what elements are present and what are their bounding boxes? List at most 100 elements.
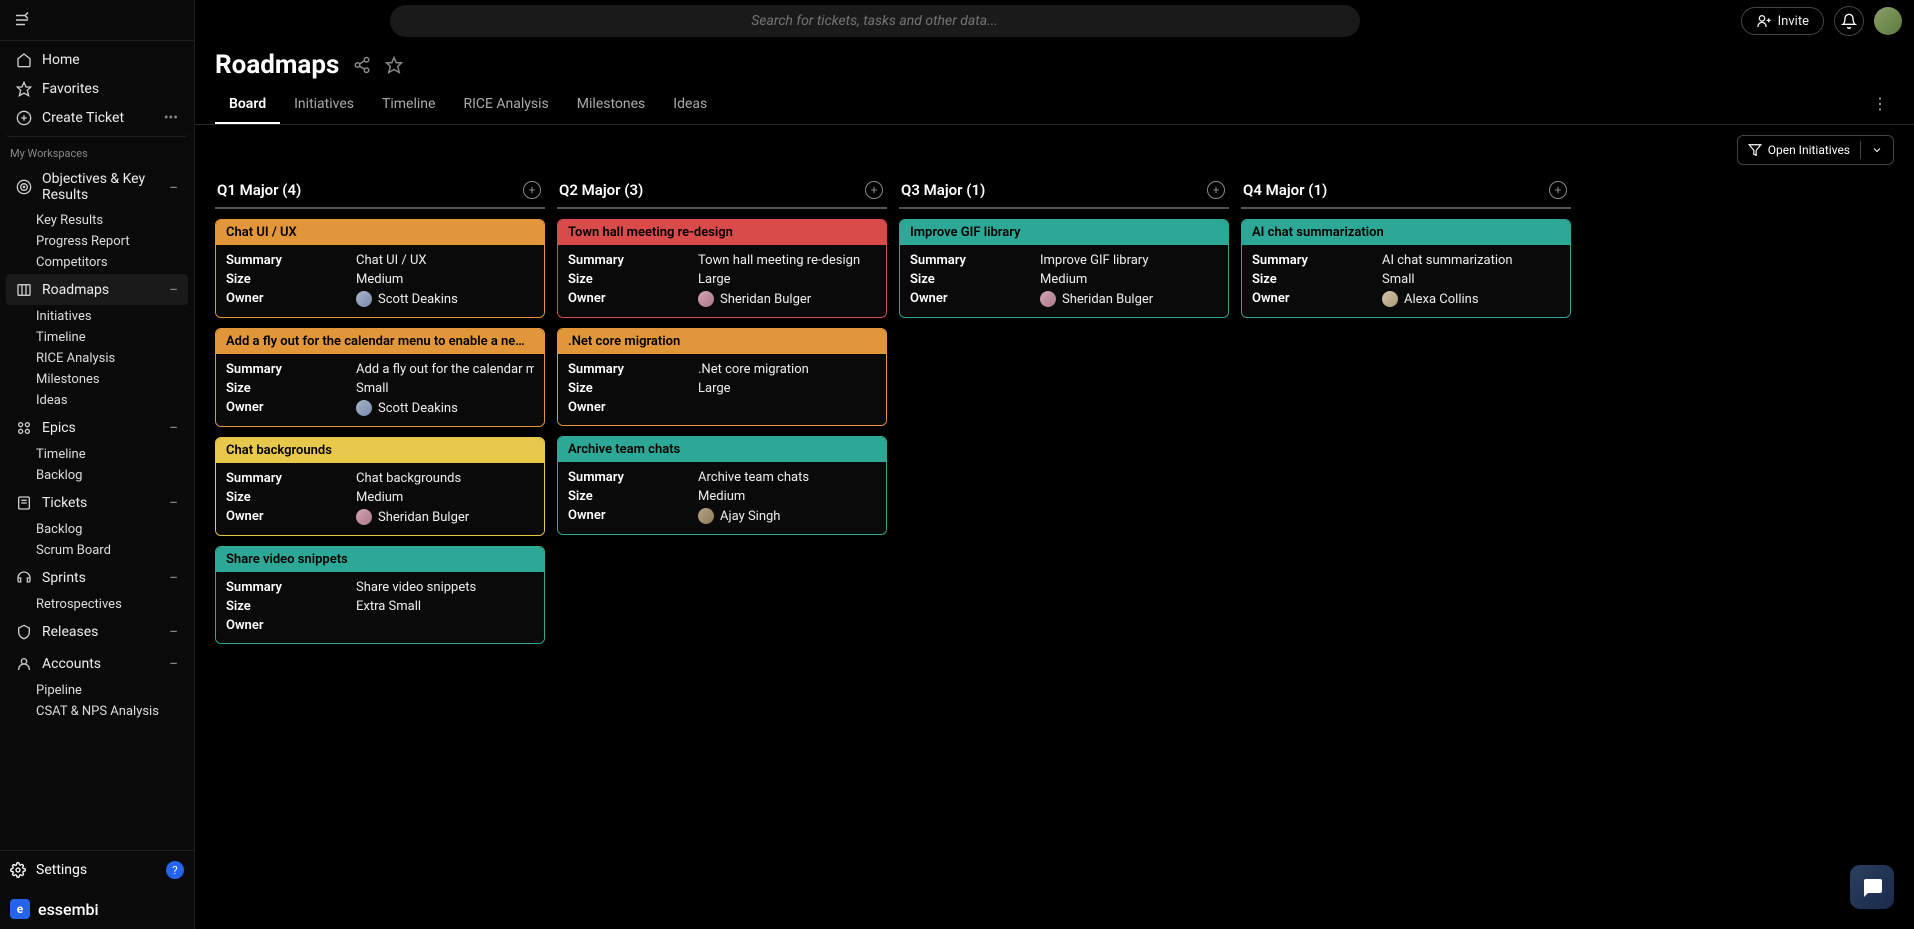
nav-sub-item[interactable]: Milestones <box>0 369 194 390</box>
group-icon <box>16 495 32 511</box>
card-title: Improve GIF library <box>900 220 1228 245</box>
tabs: BoardInitiativesTimelineRICE AnalysisMil… <box>195 88 1914 125</box>
nav-group-1[interactable]: Roadmaps − <box>6 274 188 305</box>
invite-button[interactable]: Invite <box>1741 7 1824 35</box>
nav-sub-item[interactable]: Progress Report <box>0 231 194 252</box>
chat-fab[interactable] <box>1850 865 1894 909</box>
tab-board[interactable]: Board <box>215 88 280 124</box>
nav-sub-item[interactable]: RICE Analysis <box>0 348 194 369</box>
collapse-icon[interactable]: − <box>169 178 178 197</box>
nav-sub-item[interactable]: Scrum Board <box>0 540 194 561</box>
tab-timeline[interactable]: Timeline <box>368 88 449 124</box>
collapse-icon[interactable]: − <box>169 418 178 437</box>
home-icon <box>16 52 32 68</box>
column-header: Q3 Major (1) + <box>899 175 1229 209</box>
card-title: Share video snippets <box>216 547 544 572</box>
tab-rice-analysis[interactable]: RICE Analysis <box>449 88 562 124</box>
tab-milestones[interactable]: Milestones <box>563 88 660 124</box>
column: Q1 Major (4) + Chat UI / UX SummaryChat … <box>215 175 545 654</box>
nav-sub-item[interactable]: Competitors <box>0 252 194 273</box>
brand-logo-icon: e <box>10 899 30 919</box>
avatar <box>356 400 372 416</box>
collapse-icon[interactable]: − <box>169 568 178 587</box>
avatar <box>1040 291 1056 307</box>
initiative-card[interactable]: AI chat summarization SummaryAI chat sum… <box>1241 219 1571 318</box>
board: Q1 Major (4) + Chat UI / UX SummaryChat … <box>195 175 1914 674</box>
initiative-card[interactable]: Town hall meeting re-design SummaryTown … <box>557 219 887 318</box>
initiative-card[interactable]: Chat backgrounds SummaryChat backgrounds… <box>215 437 545 536</box>
nav-sub-item[interactable]: Ideas <box>0 390 194 411</box>
add-card-button[interactable]: + <box>1549 181 1567 199</box>
initiative-card[interactable]: Add a fly out for the calendar menu to e… <box>215 328 545 427</box>
add-card-button[interactable]: + <box>865 181 883 199</box>
column-header: Q2 Major (3) + <box>557 175 887 209</box>
filter-button[interactable]: Open Initiatives <box>1737 135 1894 165</box>
more-icon[interactable]: ••• <box>164 110 178 126</box>
share-icon[interactable] <box>353 56 371 74</box>
notifications-button[interactable] <box>1834 6 1864 36</box>
card-title: Add a fly out for the calendar menu to e… <box>216 329 544 354</box>
nav-sub-item[interactable]: Timeline <box>0 327 194 348</box>
collapse-icon[interactable]: − <box>169 280 178 299</box>
nav-sub-item[interactable]: Backlog <box>0 519 194 540</box>
nav-create-ticket[interactable]: Create Ticket ••• <box>6 104 188 137</box>
nav-settings[interactable]: Settings ? <box>0 851 194 889</box>
nav-sub-item[interactable]: Initiatives <box>0 306 194 327</box>
sidebar-toggle[interactable] <box>10 8 34 32</box>
nav-group-5[interactable]: Releases − <box>6 616 188 647</box>
initiative-card[interactable]: Archive team chats SummaryArchive team c… <box>557 436 887 535</box>
nav-sub-item[interactable]: Timeline <box>0 444 194 465</box>
avatar <box>1382 291 1398 307</box>
avatar <box>356 291 372 307</box>
chevron-down-icon[interactable] <box>1871 144 1883 156</box>
group-icon <box>16 624 32 640</box>
workspaces-label: My Workspaces <box>0 143 194 164</box>
nav-group-6[interactable]: Accounts − <box>6 648 188 679</box>
tab-initiatives[interactable]: Initiatives <box>280 88 368 124</box>
nav-favorites[interactable]: Favorites <box>6 75 188 103</box>
card-title: .Net core migration <box>558 329 886 354</box>
favorite-icon[interactable] <box>385 56 403 74</box>
collapse-icon[interactable]: − <box>169 654 178 673</box>
nav-group-4[interactable]: Sprints − <box>6 562 188 593</box>
search-input[interactable] <box>390 5 1360 37</box>
nav-group-3[interactable]: Tickets − <box>6 487 188 518</box>
topbar: Invite <box>195 0 1914 42</box>
star-icon <box>16 81 32 97</box>
nav-group-0[interactable]: Objectives & Key Results − <box>6 165 188 209</box>
nav-home[interactable]: Home <box>6 46 188 74</box>
column: Q4 Major (1) + AI chat summarization Sum… <box>1241 175 1571 654</box>
nav-sub-item[interactable]: Key Results <box>0 210 194 231</box>
add-card-button[interactable]: + <box>523 181 541 199</box>
add-card-button[interactable]: + <box>1207 181 1225 199</box>
collapse-icon[interactable]: − <box>169 493 178 512</box>
nav-group-2[interactable]: Epics − <box>6 412 188 443</box>
tab-ideas[interactable]: Ideas <box>659 88 721 124</box>
card-title: Town hall meeting re-design <box>558 220 886 245</box>
nav-sub-item[interactable]: Backlog <box>0 465 194 486</box>
initiative-card[interactable]: Improve GIF library SummaryImprove GIF l… <box>899 219 1229 318</box>
collapse-icon[interactable]: − <box>169 622 178 641</box>
gear-icon <box>10 862 26 878</box>
initiative-card[interactable]: Chat UI / UX SummaryChat UI / UX SizeMed… <box>215 219 545 318</box>
group-icon <box>16 420 32 436</box>
nav-sub-item[interactable]: Pipeline <box>0 680 194 701</box>
avatar <box>698 291 714 307</box>
more-options-icon[interactable]: ⋮ <box>1866 88 1894 124</box>
group-icon <box>16 282 32 298</box>
group-icon <box>16 570 32 586</box>
group-icon <box>16 179 32 195</box>
nav-sub-item[interactable]: Retrospectives <box>0 594 194 615</box>
page-title: Roadmaps <box>215 50 339 80</box>
column: Q3 Major (1) + Improve GIF library Summa… <box>899 175 1229 654</box>
column-header: Q4 Major (1) + <box>1241 175 1571 209</box>
brand[interactable]: e essembi <box>0 889 194 929</box>
column: Q2 Major (3) + Town hall meeting re-desi… <box>557 175 887 654</box>
nav-sub-item[interactable]: CSAT & NPS Analysis <box>0 701 194 722</box>
sidebar: Home Favorites Create Ticket ••• My Work… <box>0 0 195 929</box>
initiative-card[interactable]: .Net core migration Summary.Net core mig… <box>557 328 887 426</box>
avatar <box>356 509 372 525</box>
user-avatar[interactable] <box>1874 7 1902 35</box>
help-icon[interactable]: ? <box>166 861 184 879</box>
initiative-card[interactable]: Share video snippets SummaryShare video … <box>215 546 545 644</box>
